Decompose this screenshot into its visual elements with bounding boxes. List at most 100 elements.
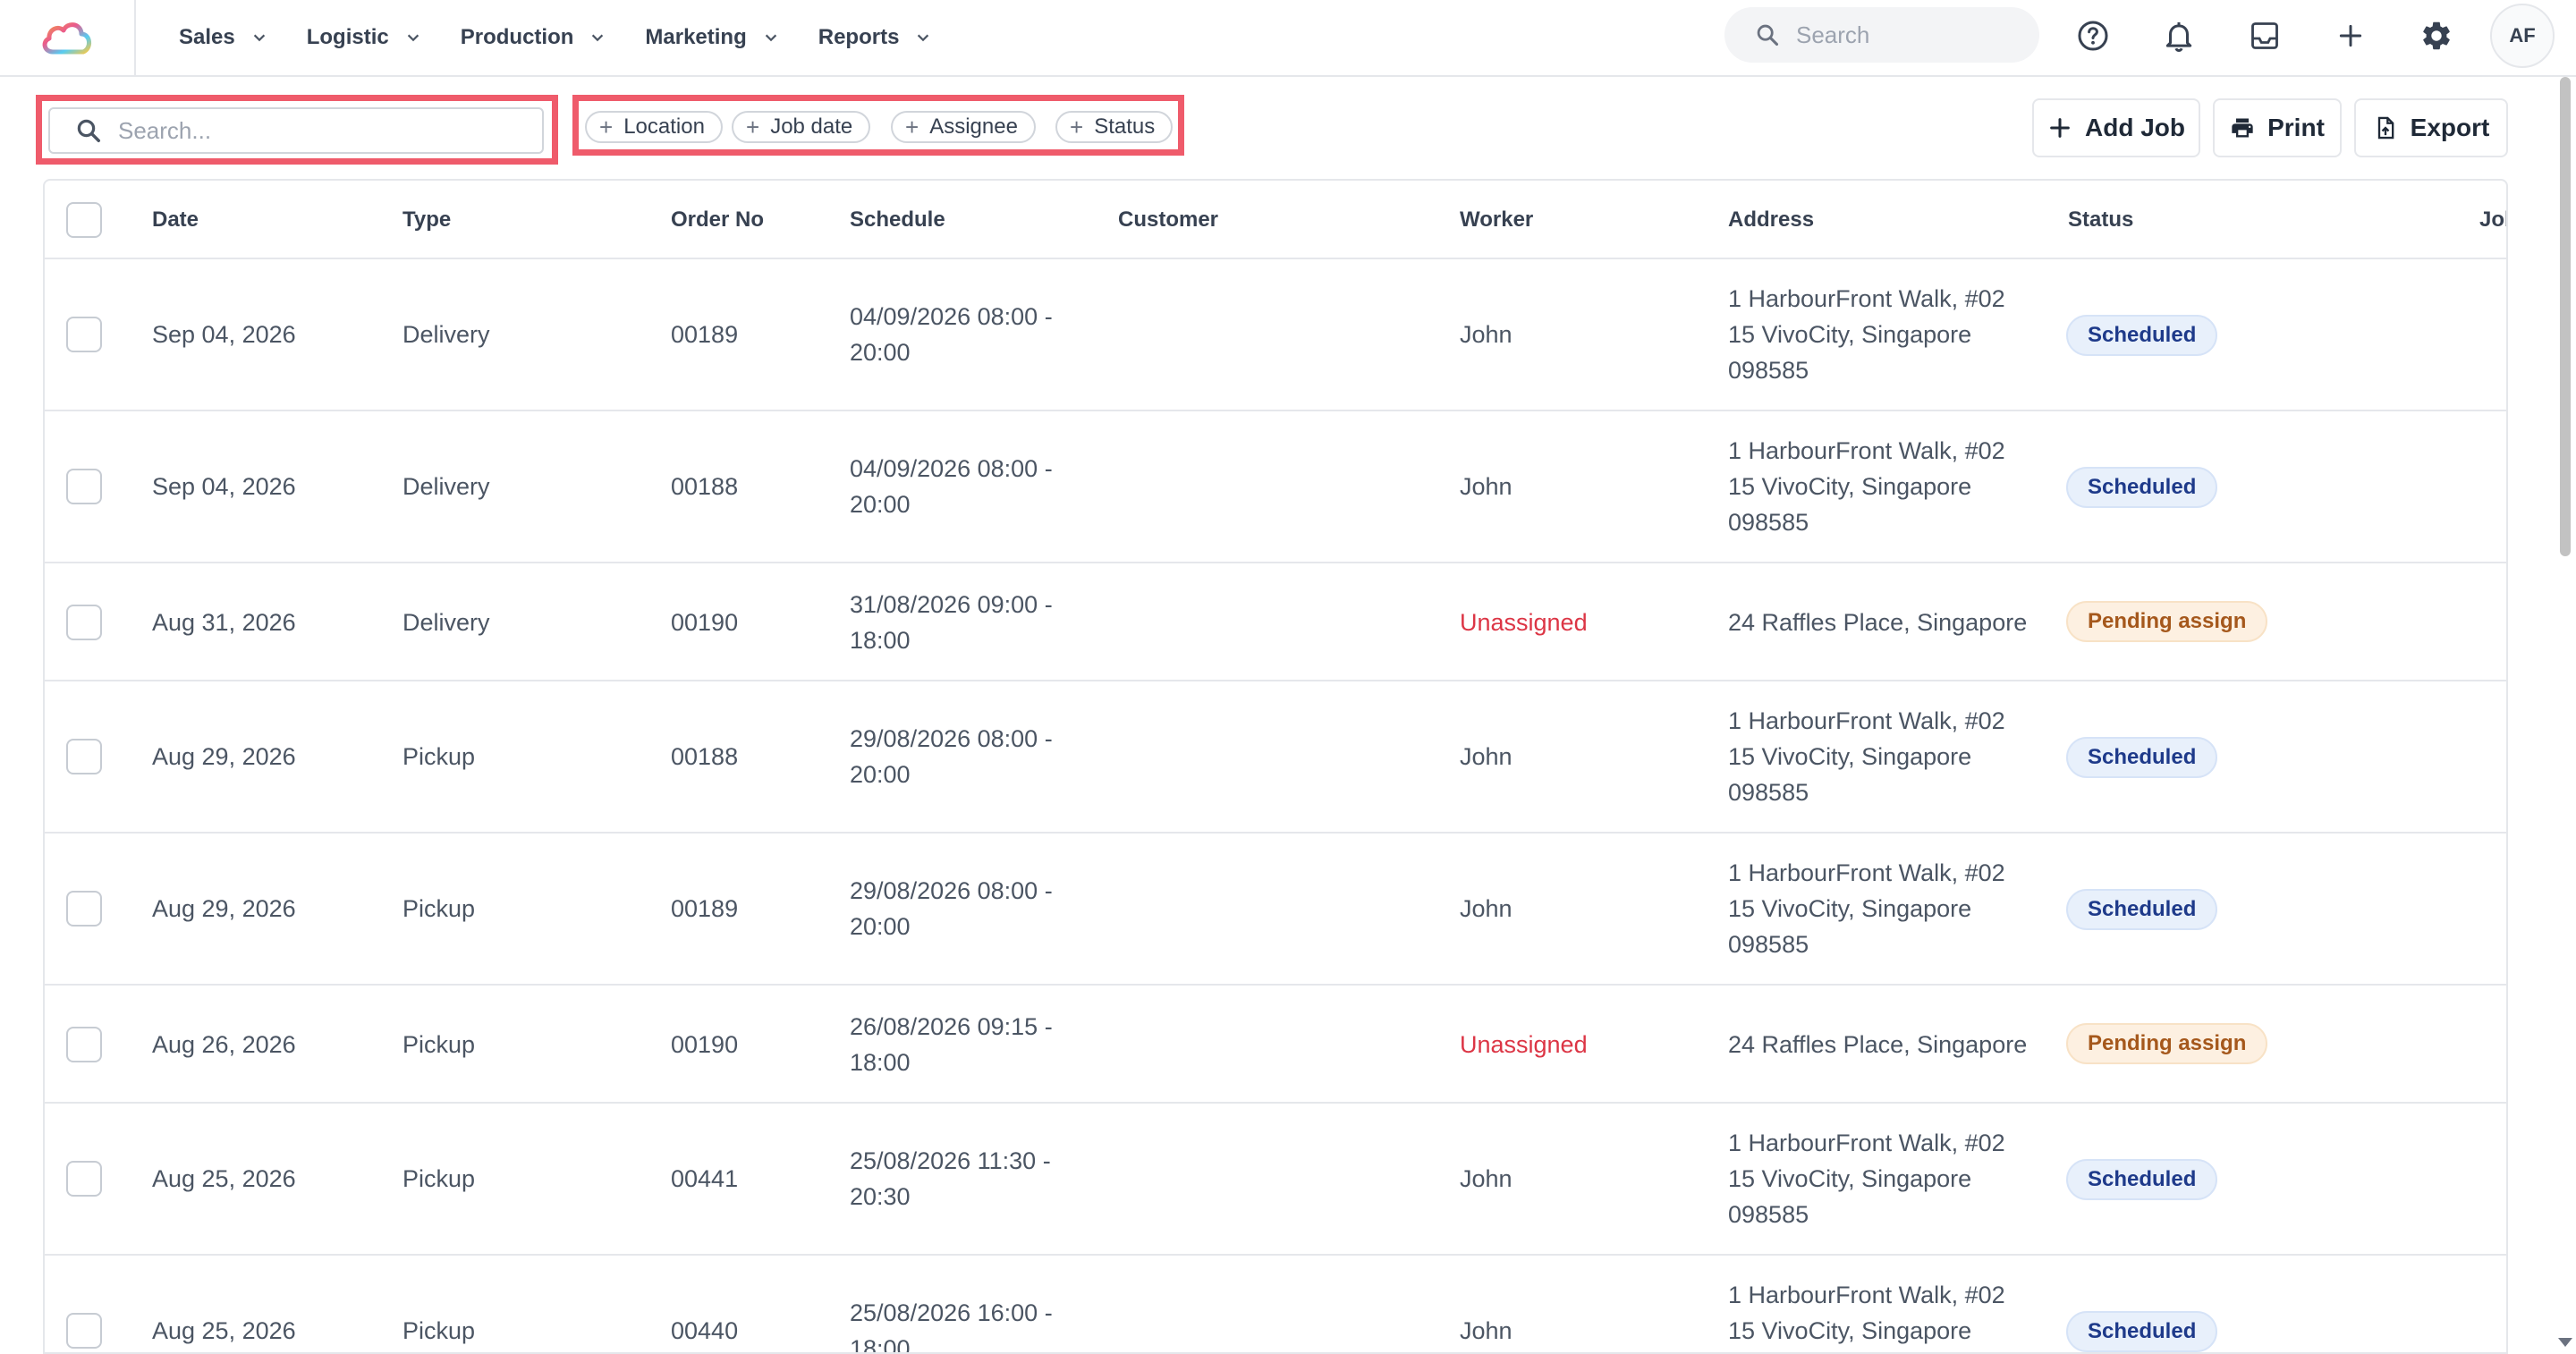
status-badge: Scheduled	[2066, 315, 2218, 356]
app-logo[interactable]	[0, 0, 136, 75]
cell-address: 1 HarbourFront Walk, #02 15 VivoCity, Si…	[1728, 1277, 2005, 1352]
notifications-button[interactable]	[2159, 16, 2199, 55]
cell-schedule: 31/08/2026 09:00 - 18:00	[850, 587, 1053, 658]
avatar-initials: AF	[2509, 24, 2536, 47]
address-line: 24 Raffles Place, Singapore	[1728, 1031, 2028, 1058]
nav-logistic-label: Logistic	[306, 25, 389, 49]
table-row[interactable]: Aug 29, 2026 Pickup 00189 29/08/2026 08:…	[45, 834, 2506, 986]
row-checkbox[interactable]	[66, 605, 102, 640]
cell-worker: John	[1460, 321, 1513, 348]
row-checkbox[interactable]	[66, 469, 102, 504]
row-checkbox[interactable]	[66, 1161, 102, 1197]
cell-date: Aug 31, 2026	[152, 609, 296, 636]
user-avatar[interactable]: AF	[2490, 4, 2555, 68]
cell-address: 1 HarbourFront Walk, #02 15 VivoCity, Si…	[1728, 855, 2005, 962]
address-line: 15 VivoCity, Singapore	[1728, 321, 1972, 348]
table-row[interactable]: Aug 26, 2026 Pickup 00190 26/08/2026 09:…	[45, 986, 2506, 1104]
column-header-schedule[interactable]: Schedule	[850, 207, 945, 233]
row-checkbox[interactable]	[66, 739, 102, 774]
nav-logistic[interactable]: Logistic	[307, 25, 421, 50]
schedule-end: 20:00	[850, 339, 911, 366]
status-badge: Pending assign	[2066, 601, 2268, 642]
column-header-customer[interactable]: Customer	[1118, 207, 1218, 233]
schedule-end: 18:00	[850, 1049, 911, 1076]
schedule-start: 31/08/2026 09:00 -	[850, 591, 1053, 618]
table-row[interactable]: Aug 25, 2026 Pickup 00441 25/08/2026 11:…	[45, 1104, 2506, 1256]
row-checkbox[interactable]	[66, 1313, 102, 1349]
nav-marketing[interactable]: Marketing	[645, 25, 778, 50]
cell-order-no: 00440	[671, 1317, 739, 1344]
row-checkbox[interactable]	[66, 1027, 102, 1062]
nav-sales[interactable]: Sales	[179, 25, 267, 50]
cell-order-no: 00189	[671, 321, 739, 348]
top-navigation-bar: Sales Logistic Production Marketing Repo…	[0, 0, 2576, 77]
column-header-address[interactable]: Address	[1728, 207, 1814, 233]
address-line: 098585	[1728, 779, 1809, 806]
inbox-icon	[2251, 22, 2278, 49]
table-row[interactable]: Aug 31, 2026 Delivery 00190 31/08/2026 0…	[45, 563, 2506, 681]
schedule-end: 20:00	[850, 913, 911, 940]
scrollbar-thumb[interactable]	[2560, 77, 2571, 556]
cell-date: Sep 04, 2026	[152, 321, 296, 348]
table-row[interactable]: Sep 04, 2026 Delivery 00188 04/09/2026 0…	[45, 411, 2506, 563]
status-badge: Scheduled	[2066, 467, 2218, 508]
print-button[interactable]: Print	[2213, 98, 2342, 157]
add-job-button[interactable]: Add Job	[2032, 98, 2200, 157]
cloud-logo-icon	[42, 22, 91, 55]
address-line: 15 VivoCity, Singapore	[1728, 743, 1972, 770]
address-line: 098585	[1728, 509, 1809, 536]
column-header-type[interactable]: Type	[402, 207, 451, 233]
create-button[interactable]	[2331, 16, 2370, 55]
global-search-input[interactable]: Search	[1724, 7, 2039, 63]
status-badge: Pending assign	[2066, 1023, 2268, 1064]
page-scrollbar[interactable]	[2555, 77, 2576, 1354]
column-header-worker[interactable]: Worker	[1460, 207, 1533, 233]
nav-sales-label: Sales	[179, 25, 235, 49]
address-line: 15 VivoCity, Singapore	[1728, 895, 1972, 922]
cell-address: 24 Raffles Place, Singapore	[1728, 605, 2027, 640]
cell-address: 24 Raffles Place, Singapore	[1728, 1027, 2027, 1062]
nav-reports-label: Reports	[818, 25, 900, 49]
schedule-start: 29/08/2026 08:00 -	[850, 725, 1053, 752]
column-header-status[interactable]: Status	[2068, 207, 2133, 233]
address-line: 1 HarbourFront Walk, #02	[1728, 707, 2005, 734]
table-row[interactable]: Aug 29, 2026 Pickup 00188 29/08/2026 08:…	[45, 681, 2506, 834]
address-line: 15 VivoCity, Singapore	[1728, 1165, 1972, 1192]
address-line: 098585	[1728, 1349, 2005, 1352]
row-checkbox[interactable]	[66, 891, 102, 927]
table-row[interactable]: Aug 25, 2026 Pickup 00440 25/08/2026 16:…	[45, 1256, 2506, 1352]
cell-type: Delivery	[402, 473, 490, 500]
cell-type: Delivery	[402, 321, 490, 348]
cell-order-no: 00441	[671, 1165, 739, 1192]
help-circle-icon	[2078, 21, 2108, 51]
schedule-end: 20:00	[850, 761, 911, 788]
table-row[interactable]: Sep 04, 2026 Delivery 00189 04/09/2026 0…	[45, 259, 2506, 411]
cell-date: Aug 29, 2026	[152, 743, 296, 770]
chevron-down-icon	[918, 34, 929, 42]
cell-order-no: 00188	[671, 743, 739, 770]
schedule-start: 04/09/2026 08:00 -	[850, 303, 1053, 330]
cell-type: Pickup	[402, 743, 476, 770]
plus-icon	[2339, 24, 2362, 47]
column-header-job[interactable]: Job	[2479, 207, 2506, 233]
column-header-date[interactable]: Date	[152, 207, 199, 233]
help-button[interactable]	[2073, 16, 2113, 55]
settings-button[interactable]	[2417, 16, 2456, 55]
row-checkbox[interactable]	[66, 317, 102, 352]
cell-schedule: 25/08/2026 16:00 - 18:00	[850, 1295, 1053, 1352]
schedule-start: 04/09/2026 08:00 -	[850, 455, 1053, 482]
plus-icon	[2050, 118, 2070, 138]
cell-worker: John	[1460, 473, 1513, 500]
inbox-button[interactable]	[2245, 16, 2284, 55]
nav-reports[interactable]: Reports	[818, 25, 932, 50]
scroll-down-arrow-icon[interactable]	[2558, 1338, 2572, 1347]
cell-address: 1 HarbourFront Walk, #02 15 VivoCity, Si…	[1728, 433, 2005, 540]
nav-production[interactable]: Production	[461, 25, 606, 50]
select-all-checkbox[interactable]	[66, 202, 102, 238]
file-export-icon	[2377, 116, 2394, 140]
print-label: Print	[2267, 114, 2325, 141]
address-line: 1 HarbourFront Walk, #02	[1728, 1130, 2005, 1156]
export-button[interactable]: Export	[2354, 98, 2508, 157]
column-header-order-no[interactable]: Order No	[671, 207, 764, 233]
address-line: 098585	[1728, 357, 1809, 384]
